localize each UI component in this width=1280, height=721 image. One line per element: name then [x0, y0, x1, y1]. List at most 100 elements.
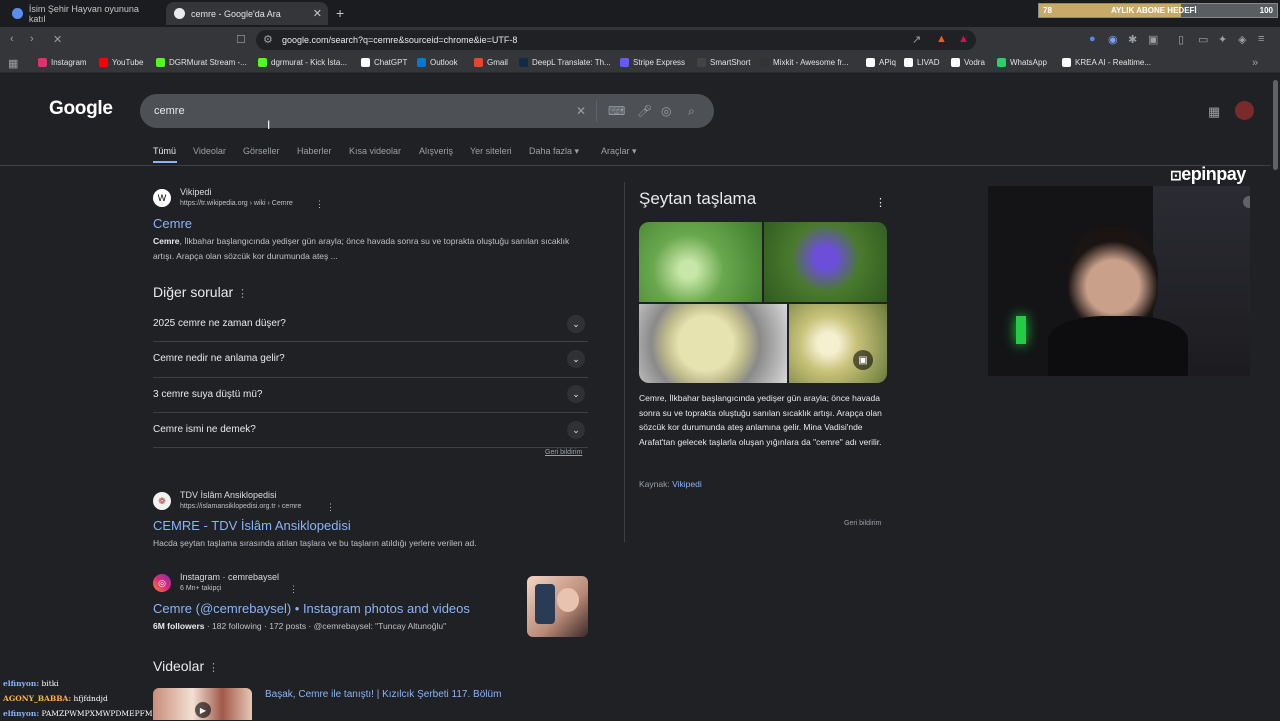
search-icon[interactable]: ⌕	[688, 104, 695, 119]
feedback-link[interactable]: Geri bildirim	[545, 449, 582, 456]
tab-search-icon[interactable]: ▣	[1148, 33, 1158, 46]
bookmark-item[interactable]: SmartShort	[697, 58, 750, 67]
more-options-icon[interactable]: ⋮	[237, 288, 248, 300]
result-title-link[interactable]: Cemre	[153, 216, 192, 231]
browser-tab-game[interactable]: İsim Şehir Hayvan oyununa katıl	[4, 2, 164, 25]
paa-question[interactable]: Cemre nedir ne anlama gelir?	[153, 353, 588, 364]
more-options-icon[interactable]: ⋮	[208, 662, 219, 674]
bookmark-item[interactable]: KREA AI - Realtime...	[1062, 58, 1151, 67]
video-thumbnail[interactable]: ▶	[153, 688, 252, 720]
feedback-link[interactable]: Geri bildirim	[844, 520, 881, 527]
forward-icon[interactable]: ›	[30, 33, 34, 45]
kp-image[interactable]	[639, 222, 762, 302]
bookmark-item[interactable]: APiq	[866, 58, 896, 67]
avatar[interactable]	[1235, 101, 1254, 120]
more-bookmarks-icon[interactable]: »	[1252, 57, 1258, 69]
leo-ai-icon[interactable]: ✦	[1218, 33, 1227, 46]
kp-image-grid[interactable]: ▣	[639, 222, 887, 383]
more-options-icon[interactable]: ⋮	[315, 199, 324, 210]
more-options-icon[interactable]: ⋮	[875, 196, 886, 209]
menu-icon[interactable]: ≡	[1258, 33, 1264, 45]
search-box[interactable]	[140, 94, 714, 128]
kp-source-link[interactable]: Vikipedi	[672, 479, 702, 489]
brave-shield-icon[interactable]: ▲	[936, 33, 947, 45]
extension-icon[interactable]: ◉	[1108, 33, 1118, 46]
more-options-icon[interactable]: ⋮	[289, 584, 298, 595]
tab-tools[interactable]: Araçlar ▾	[601, 146, 637, 157]
snippet-bold: Cemre	[153, 236, 180, 246]
chevron-down-icon[interactable]: ⌄	[567, 385, 585, 403]
bookmark-item[interactable]: WhatsApp	[997, 58, 1047, 67]
scrollbar[interactable]	[1271, 74, 1280, 720]
tab-local[interactable]: Yer siteleri	[470, 146, 512, 156]
wallet-icon[interactable]: ▭	[1198, 33, 1208, 46]
divider	[0, 165, 1280, 166]
vpn-icon[interactable]: ◈	[1238, 33, 1246, 46]
bookmark-item[interactable]: dgrmurat - Kick İsta...	[258, 58, 347, 67]
bookmark-item[interactable]: Outlook	[417, 58, 458, 67]
back-icon[interactable]: ‹	[10, 33, 14, 45]
text-cursor-icon: I	[267, 118, 271, 132]
play-icon: ▶	[195, 702, 211, 718]
bookmark-item[interactable]: Mixkit - Awesome fr...	[760, 58, 848, 67]
tab-images[interactable]: Görseller	[243, 146, 280, 156]
bookmark-item[interactable]: YouTube	[99, 58, 143, 67]
extension-icon[interactable]: ●	[1089, 33, 1096, 45]
paa-question[interactable]: 2025 cemre ne zaman düşer?	[153, 318, 588, 329]
bookmark-label: Vodra	[964, 58, 985, 67]
microphone-icon[interactable]: 🎤︎	[637, 104, 652, 118]
bookmark-item[interactable]: DGRMurat Stream -...	[156, 58, 247, 67]
close-tab-icon[interactable]: ✕	[313, 7, 322, 20]
tab-all[interactable]: Tümü	[153, 146, 176, 156]
apps-grid-icon[interactable]: ▦	[8, 57, 18, 70]
extensions-icon[interactable]: ✱	[1128, 33, 1137, 46]
keyboard-icon[interactable]: ⌨	[608, 104, 625, 118]
bookmark-item[interactable]: ChatGPT	[361, 58, 407, 67]
chat-text: hfjfdndjd	[71, 694, 108, 703]
image-gallery-icon[interactable]: ▣	[853, 350, 873, 370]
bookmark-item[interactable]: Stripe Express	[620, 58, 685, 67]
bookmark-item[interactable]: LIVAD	[904, 58, 940, 67]
chat-user: AGONY_BABBA:	[3, 694, 72, 703]
lens-icon[interactable]: ◎	[661, 104, 671, 118]
video-title-link[interactable]: Başak, Cemre ile tanıştı! | Kızılcık Şer…	[265, 689, 501, 700]
tab-news[interactable]: Haberler	[297, 146, 332, 156]
bookmark-label: SmartShort	[710, 58, 751, 67]
address-bar[interactable]: google.com/search?q=cemre&sourceid=chrom…	[256, 30, 976, 50]
search-input[interactable]: cemre	[154, 105, 185, 117]
google-logo[interactable]: Google	[49, 98, 113, 120]
bookmark-item[interactable]: DeepL Translate: Th...	[519, 58, 611, 67]
bookmark-page-icon[interactable]: ☐	[236, 33, 246, 46]
chevron-down-icon[interactable]: ⌄	[567, 421, 585, 439]
rewards-icon[interactable]: ▲	[958, 33, 969, 45]
site-info-icon[interactable]: ⚙	[263, 33, 273, 46]
bookmark-label: Gmail	[487, 58, 508, 67]
clear-search-icon[interactable]: ✕	[576, 104, 586, 118]
bookmark-label: YouTube	[112, 58, 144, 67]
bookmark-item[interactable]: Gmail	[474, 58, 508, 67]
browser-tab-google[interactable]: cemre - Google'da Ara ✕	[166, 2, 328, 25]
more-options-icon[interactable]: ⋮	[326, 502, 335, 513]
paa-question[interactable]: Cemre ismi ne demek?	[153, 424, 588, 435]
new-tab-button[interactable]: +	[336, 5, 344, 21]
scrollbar-thumb[interactable]	[1273, 80, 1278, 170]
sidebar-icon[interactable]: ▯	[1178, 33, 1184, 46]
google-apps-icon[interactable]: ▦	[1208, 104, 1220, 120]
bookmark-item[interactable]: Instagram	[38, 58, 87, 67]
result-title-link[interactable]: CEMRE - TDV İslâm Ansiklopedisi	[153, 518, 351, 533]
share-icon[interactable]: ↗	[912, 33, 921, 46]
stop-loading-icon[interactable]: ✕	[53, 33, 62, 46]
chevron-down-icon[interactable]: ⌄	[567, 350, 585, 368]
kp-image[interactable]	[789, 304, 887, 383]
result-thumbnail[interactable]	[527, 576, 588, 637]
result-title-link[interactable]: Cemre (@cemrebaysel) • Instagram photos …	[153, 601, 470, 616]
paa-question[interactable]: 3 cemre suya düştü mü?	[153, 389, 588, 400]
kp-image[interactable]	[639, 304, 787, 383]
chevron-down-icon[interactable]: ⌄	[567, 315, 585, 333]
tab-short-videos[interactable]: Kısa videolar	[349, 146, 401, 156]
tab-videos[interactable]: Videolar	[193, 146, 226, 156]
tab-shopping[interactable]: Alışveriş	[419, 146, 453, 156]
bookmark-item[interactable]: Vodra	[951, 58, 985, 67]
tab-more[interactable]: Daha fazla ▾	[529, 146, 579, 157]
kp-image[interactable]	[764, 222, 887, 302]
